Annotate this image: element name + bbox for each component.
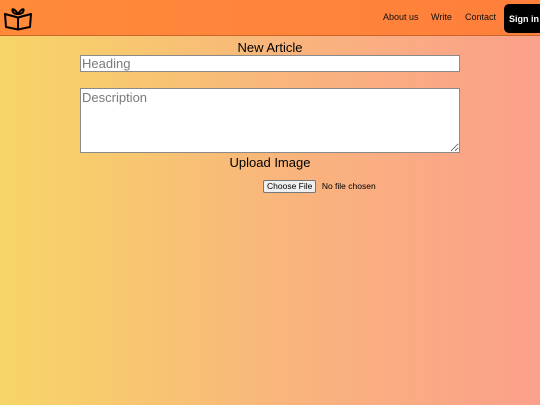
heading-input[interactable] — [80, 55, 460, 72]
book-logo-icon[interactable] — [3, 5, 33, 31]
nav-link-about-us[interactable]: About us — [383, 12, 419, 22]
nav-link-contact[interactable]: Contact — [465, 12, 496, 22]
upload-image-label: Upload Image — [229, 155, 311, 170]
file-status-text: No file chosen — [321, 181, 376, 191]
choose-file-button[interactable]: Choose File — [263, 180, 317, 193]
navbar: About us Write Contact Sign in — [0, 0, 540, 36]
description-textarea[interactable] — [80, 88, 460, 153]
nav-link-write[interactable]: Write — [431, 12, 452, 22]
page-title: New Article — [237, 40, 303, 55]
file-input[interactable]: Choose File No file chosen — [263, 180, 376, 193]
sign-in-button[interactable]: Sign in — [504, 4, 540, 33]
